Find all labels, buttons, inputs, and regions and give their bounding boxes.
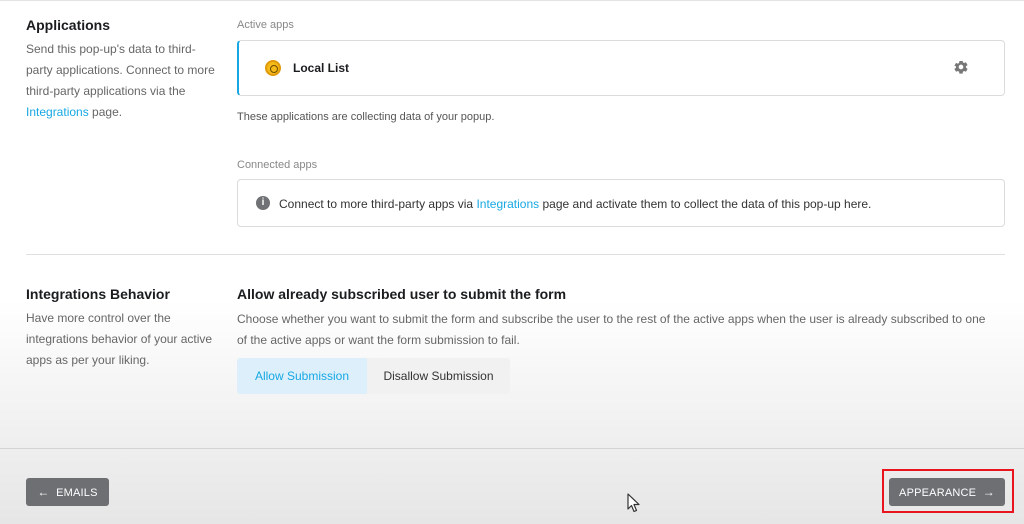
applications-desc-text: Send this pop-up's data to third-party a… xyxy=(26,42,215,98)
applications-description: Send this pop-up's data to third-party a… xyxy=(26,39,221,123)
connected-integrations-link[interactable]: Integrations xyxy=(476,197,539,211)
behavior-description: Have more control over the integrations … xyxy=(26,311,213,367)
connected-text-end: page and activate them to collect the da… xyxy=(539,197,872,211)
behavior-info: Integrations Behavior Have more control … xyxy=(26,286,221,371)
applications-desc-end: page. xyxy=(88,105,123,119)
applications-info: Applications Send this pop-up's data to … xyxy=(26,17,221,123)
allow-submission-button[interactable]: Allow Submission xyxy=(237,358,367,394)
connected-apps-notice: i Connect to more third-party apps via I… xyxy=(237,179,1005,227)
info-icon: i xyxy=(256,196,270,210)
highlight-box xyxy=(882,469,1014,513)
connected-apps-text: Connect to more third-party apps via Int… xyxy=(279,196,871,212)
disallow-submission-button[interactable]: Disallow Submission xyxy=(367,358,510,394)
active-apps-label: Active apps xyxy=(237,19,294,31)
footer-divider xyxy=(0,448,1024,449)
connected-text-start: Connect to more third-party apps via xyxy=(279,197,477,211)
integrations-link[interactable]: Integrations xyxy=(26,105,89,119)
behavior-heading: Allow already subscribed user to submit … xyxy=(237,286,567,302)
connected-apps-label: Connected apps xyxy=(237,159,318,171)
behavior-detail: Choose whether you want to submit the fo… xyxy=(237,312,986,347)
section-divider xyxy=(26,254,1005,255)
active-app-name: Local List xyxy=(293,61,350,75)
active-apps-note: These applications are collecting data o… xyxy=(237,111,495,123)
local-list-icon xyxy=(265,60,281,76)
applications-panel: Active apps Local List These application… xyxy=(237,18,1005,228)
behavior-title: Integrations Behavior xyxy=(26,286,170,302)
top-edge xyxy=(0,0,1024,1)
emails-back-button[interactable]: ← EMAILS xyxy=(26,478,109,506)
mouse-cursor-icon xyxy=(627,493,640,513)
active-app-card[interactable]: Local List xyxy=(237,40,1005,96)
arrow-left-icon: ← xyxy=(37,485,50,499)
submission-toggle: Allow Submission Disallow Submission xyxy=(237,358,510,394)
applications-title: Applications xyxy=(26,17,111,33)
back-button-label: EMAILS xyxy=(56,487,98,499)
gear-icon[interactable] xyxy=(953,59,969,75)
behavior-panel: Allow already subscribed user to submit … xyxy=(237,286,1005,396)
